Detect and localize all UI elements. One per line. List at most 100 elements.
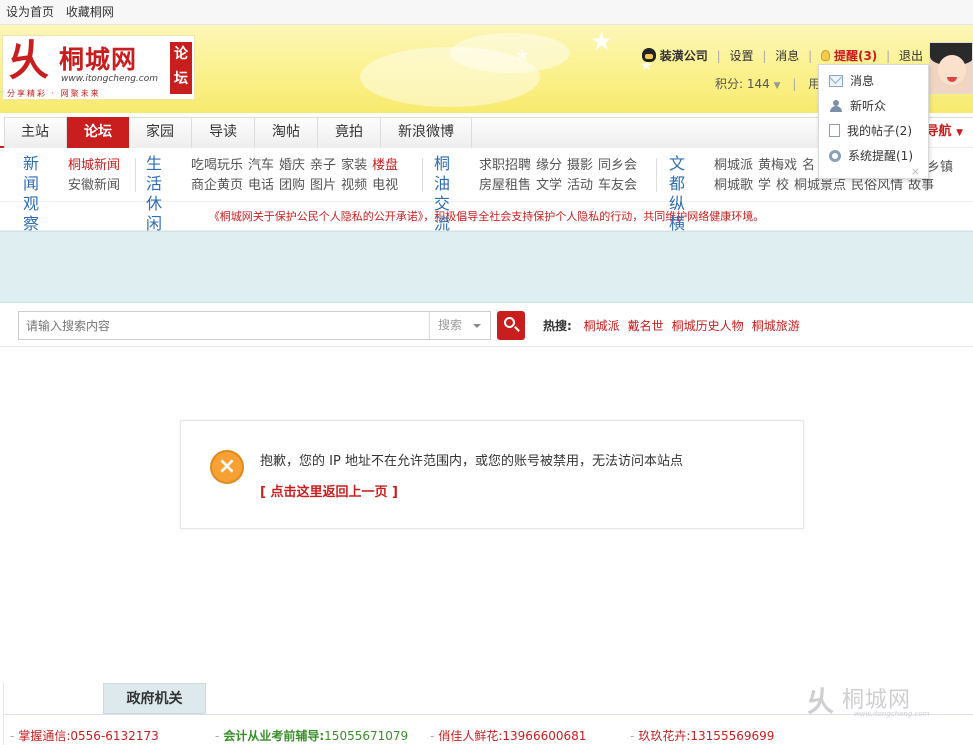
channel-link[interactable]: 车友会 bbox=[598, 178, 637, 193]
hot-keyword-link[interactable]: 桐城旅游 bbox=[752, 319, 800, 333]
search-box: 搜索 bbox=[18, 311, 491, 340]
links-row: 安徽新闻 bbox=[68, 176, 125, 196]
channel-link[interactable]: 吃喝玩乐 bbox=[191, 158, 243, 173]
channel-link[interactable]: 电话 bbox=[248, 178, 274, 193]
logout-link[interactable]: 退出 bbox=[899, 49, 923, 63]
links-row: 吃喝玩乐 汽车 婚庆 亲子 家装 楼盘 bbox=[191, 156, 403, 176]
ad-phone: 13155569699 bbox=[690, 729, 775, 743]
reminder-menu-item[interactable]: 系统提醒(1) bbox=[829, 146, 913, 166]
settings-link[interactable]: 设置 bbox=[730, 49, 754, 63]
ad-link[interactable]: - 玖玖花卉:13155569699 bbox=[630, 727, 774, 744]
site-logo[interactable]: 乆 桐城网 www.itongcheng.com 分享精彩 · 网聚未来 论 坛 bbox=[2, 35, 195, 100]
channel-link[interactable]: 名 bbox=[802, 158, 815, 173]
divider: | bbox=[886, 49, 891, 63]
nav-tab[interactable]: 导读 bbox=[192, 117, 255, 148]
group-heading-line: 桐油 bbox=[434, 154, 451, 193]
nav-tab[interactable]: 家园 bbox=[129, 117, 192, 148]
divider: | bbox=[716, 49, 721, 63]
avatar[interactable] bbox=[929, 42, 973, 94]
logo-url: www.itongcheng.com bbox=[61, 74, 159, 84]
links-row: 商企黄页 电话 团购 图片 视频 电视 bbox=[191, 176, 403, 196]
close-icon[interactable]: × bbox=[911, 165, 920, 178]
channel-link[interactable]: 校 bbox=[776, 178, 789, 193]
channel-link[interactable]: 文学 bbox=[536, 178, 562, 193]
ad-name: 会计从业考前辅导 bbox=[223, 729, 320, 743]
group-heading[interactable]: 桐油 交流 bbox=[434, 154, 450, 234]
ad-link[interactable]: - 俏佳人鲜花:13966600681 bbox=[430, 727, 586, 744]
channel-link[interactable]: 楼盘 bbox=[372, 158, 398, 173]
nav-tab[interactable]: 新浪微博 bbox=[381, 117, 472, 148]
error-message: 抱歉，您的 IP 地址不在允许范围内，或您的账号被禁用，无法访问本站点 bbox=[260, 454, 683, 469]
tab-government[interactable]: 政府机关 bbox=[103, 683, 206, 714]
channel-link[interactable]: 婚庆 bbox=[279, 158, 305, 173]
hot-keyword-link[interactable]: 桐城历史人物 bbox=[672, 319, 744, 333]
channel-link[interactable]: 电视 bbox=[372, 178, 398, 193]
reminders-link[interactable]: 提醒(3) bbox=[834, 49, 877, 63]
channel-link[interactable]: 汽车 bbox=[248, 158, 274, 173]
hot-keyword-link[interactable]: 戴名世 bbox=[628, 319, 664, 333]
group-links: 吃喝玩乐 汽车 婚庆 亲子 家装 楼盘 商企黄页 电话 团购 图片 视频 电视 bbox=[191, 156, 403, 196]
channel-link[interactable]: 亲子 bbox=[310, 158, 336, 173]
channel-link[interactable]: 桐城歌 bbox=[714, 178, 753, 193]
bullet: - bbox=[630, 729, 635, 743]
set-homepage-link[interactable]: 设为首页 bbox=[6, 5, 54, 19]
back-link[interactable]: [ 点击这里返回上一页 ] bbox=[260, 481, 398, 500]
reminder-menu-item[interactable]: 我的帖子(2) bbox=[829, 121, 912, 141]
score-dropdown[interactable]: 积分: 144 bbox=[715, 77, 770, 91]
channel-link[interactable]: 房屋租售 bbox=[479, 178, 531, 193]
channel-link[interactable]: 团购 bbox=[279, 178, 305, 193]
channel-link[interactable]: 学 bbox=[758, 178, 771, 193]
bookmark-link[interactable]: 收藏桐网 bbox=[66, 5, 114, 19]
bullet: - bbox=[430, 729, 435, 743]
document-icon bbox=[829, 124, 840, 137]
channel-link[interactable]: 同乡会 bbox=[598, 158, 637, 173]
username-link[interactable]: 装潢公司 bbox=[660, 49, 708, 63]
hot-search: 热搜: 桐城派 戴名世 桐城历史人物 桐城旅游 bbox=[543, 317, 808, 334]
channel-link[interactable]: 摄影 bbox=[567, 158, 593, 173]
cloud-decoration bbox=[450, 33, 570, 73]
channel-link[interactable]: 黄梅戏 bbox=[758, 158, 797, 173]
divider bbox=[135, 158, 136, 192]
forum-tag: 论 坛 bbox=[170, 42, 192, 94]
group-links: 求职招聘 缘分 摄影 同乡会 房屋租售 文学 活动 车友会 bbox=[479, 156, 642, 196]
group-heading[interactable]: 新闻 观察 bbox=[23, 154, 39, 234]
channel-link[interactable]: 图片 bbox=[310, 178, 336, 193]
channel-link[interactable]: 桐城新闻 bbox=[68, 158, 120, 173]
logo-slogan: 分享精彩 · 网聚未来 bbox=[7, 89, 101, 98]
group-heading-line: 观察 bbox=[23, 194, 40, 233]
channel-link[interactable]: 安徽新闻 bbox=[68, 178, 120, 193]
divider bbox=[422, 158, 423, 192]
channel-link[interactable]: 桐城景点 bbox=[794, 178, 846, 193]
links-row: 桐城歌学校桐城景点 民俗风情 故事 bbox=[714, 176, 939, 196]
channel-link[interactable]: 故事 bbox=[908, 178, 934, 193]
channel-link[interactable]: 家装 bbox=[341, 158, 367, 173]
search-type-select[interactable]: 搜索 bbox=[429, 312, 491, 339]
search-input[interactable] bbox=[19, 312, 429, 339]
nav-tab[interactable]: 主站 bbox=[4, 117, 67, 148]
reminder-menu-label: 新听众 bbox=[850, 99, 887, 113]
nav-tab[interactable]: 竟拍 bbox=[318, 117, 381, 148]
channel-link[interactable]: 商企黄页 bbox=[191, 178, 243, 193]
channel-link[interactable]: 缘分 bbox=[536, 158, 562, 173]
hot-keyword-link[interactable]: 桐城派 bbox=[584, 319, 620, 333]
channel-link[interactable]: 乡镇 bbox=[927, 156, 953, 175]
ad-link[interactable]: - 掌握通信:0556-6132173 bbox=[10, 727, 159, 744]
channel-link[interactable]: 活动 bbox=[567, 178, 593, 193]
search-button[interactable] bbox=[497, 311, 525, 340]
ad-link[interactable]: - 会计从业考前辅导:15055671079 bbox=[215, 727, 408, 744]
logo-mark: 乆 bbox=[7, 36, 50, 85]
channel-link[interactable]: 桐城派 bbox=[714, 158, 753, 173]
error-icon: × bbox=[210, 450, 244, 484]
links-row: 房屋租售 文学 活动 车友会 bbox=[479, 176, 642, 196]
channel-link[interactable]: 求职招聘 bbox=[479, 158, 531, 173]
reminder-menu-item[interactable]: 新听众 bbox=[829, 96, 886, 116]
group-heading[interactable]: 生活 休闲 bbox=[146, 154, 162, 234]
group-heading[interactable]: 文都 纵横 bbox=[669, 154, 685, 234]
reminder-menu-item[interactable]: 消息 bbox=[829, 71, 874, 91]
messages-link[interactable]: 消息 bbox=[775, 49, 799, 63]
nav-tab[interactable]: 淘帖 bbox=[255, 117, 318, 148]
channel-link[interactable]: 民俗风情 bbox=[851, 178, 903, 193]
star-decoration: ★ bbox=[515, 45, 530, 64]
channel-link[interactable]: 视频 bbox=[341, 178, 367, 193]
nav-tab[interactable]: 论坛 bbox=[67, 117, 129, 148]
